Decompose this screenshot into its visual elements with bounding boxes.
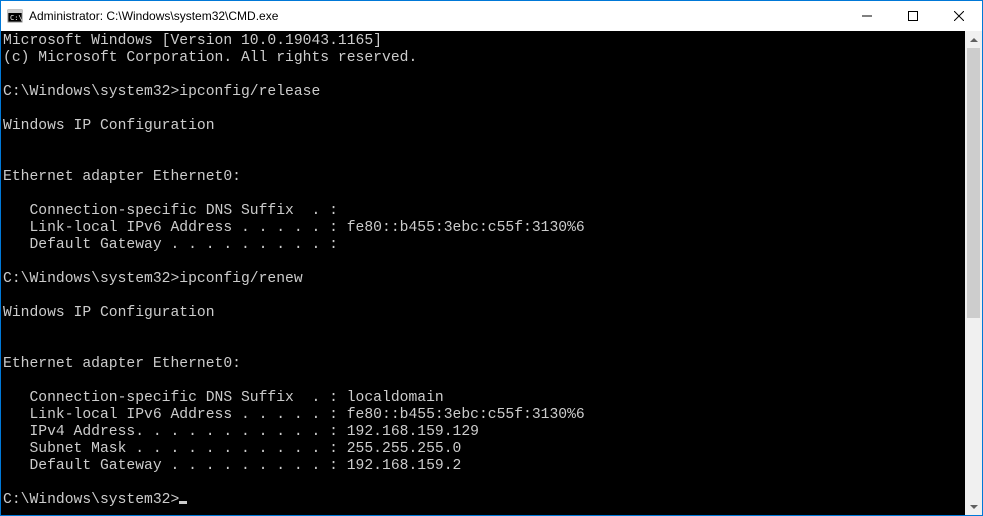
output-text: Microsoft Windows [Version 10.0.19043.11…	[3, 33, 585, 474]
titlebar[interactable]: C:\ Administrator: C:\Windows\system32\C…	[1, 1, 982, 31]
minimize-button[interactable]	[844, 1, 890, 31]
prompt-text: C:\Windows\system32>	[3, 492, 179, 508]
svg-text:C:\: C:\	[10, 14, 23, 22]
console-output[interactable]: Microsoft Windows [Version 10.0.19043.11…	[1, 31, 965, 515]
console-area: Microsoft Windows [Version 10.0.19043.11…	[1, 31, 982, 515]
scrollbar-thumb[interactable]	[967, 48, 980, 318]
cursor	[179, 501, 187, 504]
window-title: Administrator: C:\Windows\system32\CMD.e…	[29, 9, 278, 23]
caption-buttons	[844, 1, 982, 31]
cmd-window: C:\ Administrator: C:\Windows\system32\C…	[0, 0, 983, 516]
scrollbar-up-button[interactable]	[965, 31, 982, 48]
cmd-icon: C:\	[7, 8, 23, 24]
close-button[interactable]	[936, 1, 982, 31]
scrollbar-track[interactable]	[965, 48, 982, 498]
vertical-scrollbar[interactable]	[965, 31, 982, 515]
scrollbar-down-button[interactable]	[965, 498, 982, 515]
maximize-button[interactable]	[890, 1, 936, 31]
